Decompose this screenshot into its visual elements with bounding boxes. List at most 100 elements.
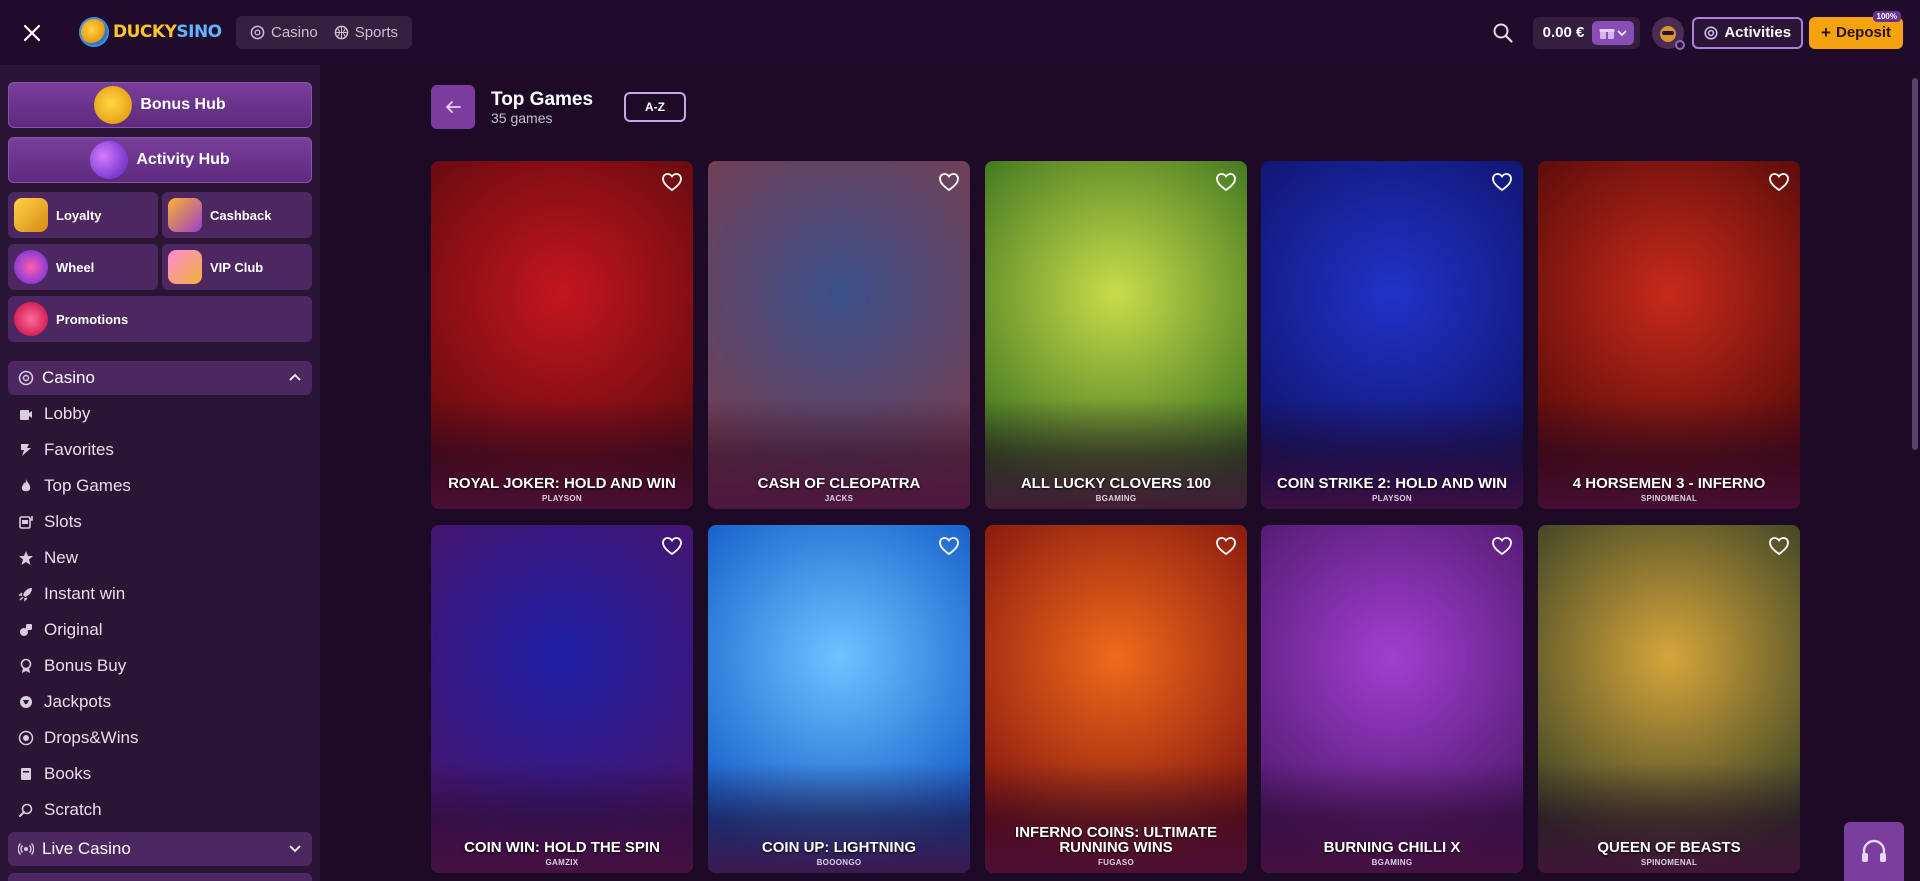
headset-icon <box>1862 839 1886 862</box>
game-title: COIN WIN: HOLD THE SPIN <box>464 839 660 856</box>
game-provider: BGAMING <box>1371 858 1413 867</box>
favorite-button[interactable] <box>938 536 960 556</box>
favorite-button[interactable] <box>1215 536 1237 556</box>
sidebar-item-new[interactable]: New <box>18 544 78 572</box>
sidebar-item-label: Favorites <box>44 440 114 459</box>
game-card[interactable]: QUEEN OF BEASTS SPINOMENAL <box>1538 525 1800 873</box>
scrollbar[interactable] <box>1912 78 1918 450</box>
tile-vip-label: VIP Club <box>210 259 264 275</box>
sidebar-item-top-games[interactable]: Top Games <box>18 472 131 500</box>
game-caption-overlay <box>708 399 970 509</box>
game-card[interactable]: INFERNO COINS: ULTIMATE RUNNING WINS FUGA… <box>985 525 1247 873</box>
tile-wheel-label: Wheel <box>56 259 95 275</box>
favorite-button[interactable] <box>1491 172 1513 192</box>
wallet-dropdown-button[interactable] <box>1592 20 1635 45</box>
heart-icon <box>1216 537 1236 556</box>
search-button[interactable] <box>1487 17 1519 49</box>
tile-vip-club[interactable]: VIP Club <box>162 244 312 290</box>
deposit-button[interactable]: + Deposit 100% <box>1809 10 1903 49</box>
favorite-button[interactable] <box>661 172 683 192</box>
favorite-button[interactable] <box>938 172 960 192</box>
games-count: 35 games <box>491 110 553 126</box>
game-title: 4 HORSEMEN 3 - INFERNO <box>1572 475 1766 492</box>
game-caption-overlay <box>708 763 970 873</box>
favorite-button[interactable] <box>1768 172 1790 192</box>
drops-icon <box>18 730 34 746</box>
top-bar: DUCKYSINO Casino Sports 0.00 € Activitie… <box>0 0 1920 65</box>
sidebar-item-lobby[interactable]: Lobby <box>18 400 90 428</box>
game-title: ALL LUCKY CLOVERS 100 <box>1020 475 1212 492</box>
sidebar-item-jackpots[interactable]: Jackpots <box>18 688 111 716</box>
bonus-hub-label: Bonus Hub <box>140 96 226 113</box>
sidebar-item-drops-wins[interactable]: Drops&Wins <box>18 724 138 752</box>
live-casino-section-label: Live Casino <box>42 839 131 858</box>
basketball-icon <box>334 25 349 40</box>
game-card[interactable]: ROYAL JOKER: HOLD AND WIN PLAYSON <box>431 161 693 509</box>
heart-icon <box>1769 173 1789 192</box>
favorite-button[interactable] <box>1491 536 1513 556</box>
back-button[interactable] <box>431 85 475 129</box>
game-card[interactable]: CASH OF CLEOPATRA JACKS <box>708 161 970 509</box>
sidebar-item-bonus-buy[interactable]: Bonus Buy <box>18 652 126 680</box>
tile-promotions[interactable]: Promotions <box>8 296 312 342</box>
favorite-button[interactable] <box>661 536 683 556</box>
game-card[interactable]: ALL LUCKY CLOVERS 100 BGAMING <box>985 161 1247 509</box>
sidebar: Bonus Hub Activity Hub Loyalty Cashback … <box>0 65 320 881</box>
chevron-down-icon <box>1617 29 1627 36</box>
tile-cashback-label: Cashback <box>210 207 272 223</box>
casino-section-label: Casino <box>42 368 95 387</box>
avatar-status-dot <box>1675 39 1686 50</box>
game-provider: JACKS <box>824 494 854 503</box>
bonus-hub-button[interactable]: Bonus Hub <box>8 82 312 128</box>
sidebar-item-slots[interactable]: Slots <box>18 508 82 536</box>
support-chat-button[interactable] <box>1844 822 1904 881</box>
nav-sports[interactable]: Sports <box>326 24 406 41</box>
activity-balloons-icon <box>90 141 129 179</box>
nav-casino-label: Casino <box>271 24 318 41</box>
lobby-icon <box>18 406 34 422</box>
sidebar-item-books[interactable]: Books <box>18 760 91 788</box>
close-menu-button[interactable] <box>18 19 46 47</box>
game-card[interactable]: COIN UP: LIGHTNING BOOONGO <box>708 525 970 873</box>
casino-section-toggle[interactable]: Casino <box>8 361 312 395</box>
game-caption-overlay <box>431 763 693 873</box>
game-title: INFERNO COINS: ULTIMATE RUNNING WINS <box>1015 824 1217 856</box>
game-card[interactable]: COIN WIN: HOLD THE SPIN GAMZIX <box>431 525 693 873</box>
heart-icon <box>939 173 959 192</box>
loyalty-duck-icon <box>14 198 48 232</box>
site-logo[interactable]: DUCKYSINO <box>79 16 222 48</box>
favorite-button[interactable] <box>1215 172 1237 192</box>
activities-button[interactable]: Activities <box>1692 16 1804 49</box>
chevron-up-icon <box>289 373 301 381</box>
game-card[interactable]: 4 HORSEMEN 3 - INFERNO SPINOMENAL <box>1538 161 1800 509</box>
live-casino-section-toggle[interactable]: Live Casino <box>8 832 312 866</box>
sidebar-item-original[interactable]: Original <box>18 616 103 644</box>
sidebar-item-scratch[interactable]: Scratch <box>18 796 102 824</box>
game-provider: PLAYSON <box>541 494 583 503</box>
live-broadcast-icon <box>18 843 34 855</box>
sidebar-item-favorites[interactable]: Favorites <box>18 436 114 464</box>
game-card[interactable]: COIN STRIKE 2: HOLD AND WIN PLAYSON <box>1261 161 1523 509</box>
next-section-toggle[interactable] <box>8 873 312 881</box>
heart-icon <box>939 537 959 556</box>
activity-hub-button[interactable]: Activity Hub <box>8 137 312 183</box>
wheel-icon <box>14 250 48 284</box>
balance-display[interactable]: 0.00 € <box>1532 16 1641 49</box>
arrow-left-icon <box>445 101 461 113</box>
heart-icon <box>1492 537 1512 556</box>
game-provider: PLAYSON <box>1371 494 1413 503</box>
activity-hub-label: Activity Hub <box>136 151 230 168</box>
favorite-button[interactable] <box>1768 536 1790 556</box>
tile-wheel[interactable]: Wheel <box>8 244 158 290</box>
tile-loyalty[interactable]: Loyalty <box>8 192 158 238</box>
nav-casino[interactable]: Casino <box>242 24 326 41</box>
sidebar-item-label: Top Games <box>44 476 131 495</box>
game-card[interactable]: BURNING CHILLI X BGAMING <box>1261 525 1523 873</box>
avatar[interactable] <box>1652 16 1686 50</box>
sidebar-item-label: Jackpots <box>44 692 112 711</box>
sort-az-button[interactable]: A-Z <box>624 92 686 122</box>
heart-icon <box>1769 537 1789 556</box>
tile-cashback[interactable]: Cashback <box>162 192 312 238</box>
sidebar-item-instant-win[interactable]: Instant win <box>18 580 125 608</box>
sidebar-item-label: Books <box>44 764 92 783</box>
